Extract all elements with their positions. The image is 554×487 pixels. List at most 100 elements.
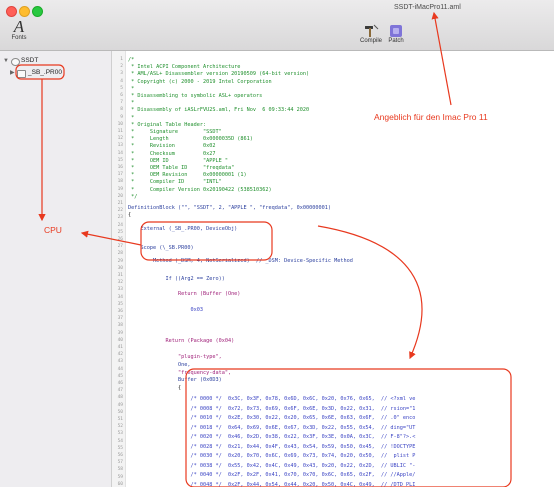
method-line: Method (_DSM, 4, NotSerialized) // _DSM:… — [128, 258, 353, 264]
line-number: 3 — [120, 71, 123, 77]
comment-line: * Disassembly of iASLrFVU2S.aml, Fri Nov… — [128, 107, 310, 114]
line-number: 49 — [117, 402, 123, 408]
close-window-button[interactable] — [6, 6, 17, 17]
frequency-data-line: "frequency-data", — [128, 370, 232, 376]
line-number: 12 — [117, 136, 123, 142]
line-number: 51 — [117, 417, 123, 422]
line-number: 46 — [117, 381, 123, 386]
line-number: 28 — [117, 251, 123, 257]
tree-item-sb-pr00[interactable]: ▶ _SB_.PR00 — [0, 68, 111, 78]
patch-button[interactable]: Patch — [383, 24, 409, 44]
hex-data-line: /* 0010 */ 0x2E, 0x30, 0x22, 0x20, 0x65,… — [128, 415, 416, 421]
cpu-annotation: CPU — [44, 225, 62, 235]
line-number: 42 — [117, 352, 123, 358]
comment-line: * OEM ID "APPLE " — [128, 157, 228, 164]
line-number: 41 — [117, 345, 123, 350]
line-number: 10 — [117, 121, 123, 127]
line-number: 44 — [117, 366, 123, 372]
disclosure-closed-icon: ▶ — [10, 70, 15, 76]
line-number: 11 — [117, 129, 123, 134]
line-number: 27 — [117, 244, 123, 250]
disclosure-open-icon: ▼ — [3, 58, 9, 64]
line-number: 40 — [117, 337, 123, 343]
hex-data-line: /* 0000 */ 0x3C, 0x3F, 0x78, 0x6D, 0x6C,… — [128, 396, 416, 402]
external-line: External (_SB_.PR00, DeviceObj) — [128, 226, 238, 232]
comment-line: * Length 0x0000035D (861) — [128, 136, 253, 143]
comment-line: * — [128, 100, 135, 107]
line-number: 15 — [117, 157, 123, 163]
line-number: 55 — [117, 445, 123, 451]
comment-line: * — [128, 85, 135, 92]
line-number: 37 — [117, 316, 123, 322]
return-buffer-line: Return (Buffer (One) — [128, 291, 241, 297]
line-number: 52 — [117, 424, 123, 430]
comment-line: * OEM Table ID "freqdata" — [128, 165, 235, 171]
line-number: 22 — [117, 208, 123, 214]
hex-data-line: /* 0030 */ 0x20, 0x70, 0x6C, 0x69, 0x73,… — [128, 453, 416, 459]
line-number: 45 — [117, 373, 123, 379]
fonts-button[interactable]: A Fonts — [6, 18, 32, 48]
one-line: One, — [128, 362, 191, 368]
hex-data-line: /* 0018 */ 0x64, 0x69, 0x6E, 0x67, 0x3D,… — [128, 424, 416, 431]
line-number-gutter: 1 2 3 4 5 6 7 8 9 10 11 12 13 14 15 16 17 18 19 20 21 22 23 24 2… — [112, 51, 126, 487]
imac-annotation: Angeblich für den Imac Pro 11 — [374, 112, 488, 122]
line-number: 34 — [117, 294, 123, 300]
line-number: 7 — [120, 100, 123, 106]
line-number: 5 — [120, 85, 123, 91]
hex-data-line: /* 0038 */ 0x55, 0x42, 0x4C, 0x49, 0x43,… — [128, 462, 416, 469]
window-title: SSDT-iMacPro11.aml — [394, 4, 461, 11]
comment-line: * Copyright (c) 2000 - 2019 Intel Corpor… — [128, 78, 272, 85]
comment-line: * Original Table Header: — [128, 121, 207, 128]
line-number: 50 — [117, 409, 123, 415]
line-number: 59 — [117, 474, 123, 480]
fonts-icon: A — [13, 17, 25, 36]
sidebar-tree: ▼ SSDT ▶ _SB_.PR00 — [0, 51, 112, 487]
line-number: 16 — [117, 165, 123, 170]
minimize-window-button[interactable] — [19, 6, 30, 17]
line-number: 24 — [117, 222, 123, 228]
hex-data-line: /* 0008 */ 0x72, 0x73, 0x69, 0x6F, 0x6E,… — [128, 405, 416, 412]
if-line: If ((Arg2 == Zero)) — [128, 276, 225, 282]
buffer-header-line: Buffer (0x0D3) — [128, 377, 222, 383]
line-number: 18 — [117, 179, 123, 185]
line-number: 26 — [117, 237, 123, 242]
tree-item-ssdt[interactable]: ▼ SSDT — [0, 56, 111, 66]
line-number: 43 — [117, 359, 123, 365]
comment-line: * Intel ACPI Component Architecture — [128, 64, 241, 71]
line-number: 17 — [117, 172, 123, 178]
line-number: 23 — [117, 215, 123, 221]
compile-label: Compile — [359, 38, 382, 44]
zoom-window-button[interactable] — [32, 6, 43, 17]
plugin-type-line: "plugin-type", — [128, 354, 222, 360]
definition-block-line: DefinitionBlock ("", "SSDT", 2, "APPLE "… — [128, 205, 332, 211]
line-number: 2 — [120, 64, 123, 70]
line-number: 14 — [117, 150, 123, 156]
line-number: 9 — [120, 114, 123, 120]
line-number: 38 — [117, 323, 123, 329]
hex-data-line: /* 0048 */ 0x2F, 0x44, 0x54, 0x44, 0x20,… — [128, 481, 416, 487]
line-number: 33 — [117, 287, 123, 293]
line-number: 4 — [120, 78, 123, 84]
comment-line: */ — [128, 193, 138, 200]
line-number: 47 — [117, 388, 123, 394]
brace-line: { — [128, 385, 182, 391]
tree-label: _SB_.PR00 — [28, 69, 62, 76]
code-editor[interactable]: /* * Intel ACPI Component Architecture *… — [128, 51, 554, 487]
hammer-icon — [365, 24, 379, 37]
compile-button[interactable]: Compile — [358, 24, 384, 44]
comment-line: * — [128, 114, 135, 121]
comment-line: * Compiler Version 0x20190422 (538510362… — [128, 186, 272, 193]
line-number: 54 — [117, 438, 123, 444]
toolbar: SSDT-iMacPro11.aml A Fonts Compile Patch — [0, 0, 554, 51]
scope-line: Scope (\_SB.PR00) — [128, 245, 194, 251]
app-window: SSDT-iMacPro11.aml A Fonts Compile Patch… — [0, 0, 554, 487]
comment-line: * Revision 0x02 — [128, 143, 216, 150]
return-package-line: Return (Package (0x04) — [128, 338, 235, 344]
patch-icon — [390, 25, 402, 37]
line-number: 53 — [117, 431, 123, 437]
scope-icon — [17, 70, 26, 78]
hex-data-line: /* 0028 */ 0x21, 0x44, 0x4F, 0x43, 0x54,… — [128, 443, 416, 450]
line-number: 56 — [117, 453, 123, 458]
comment-line: * Checksum 0x27 — [128, 150, 216, 157]
line-number: 32 — [117, 280, 123, 286]
